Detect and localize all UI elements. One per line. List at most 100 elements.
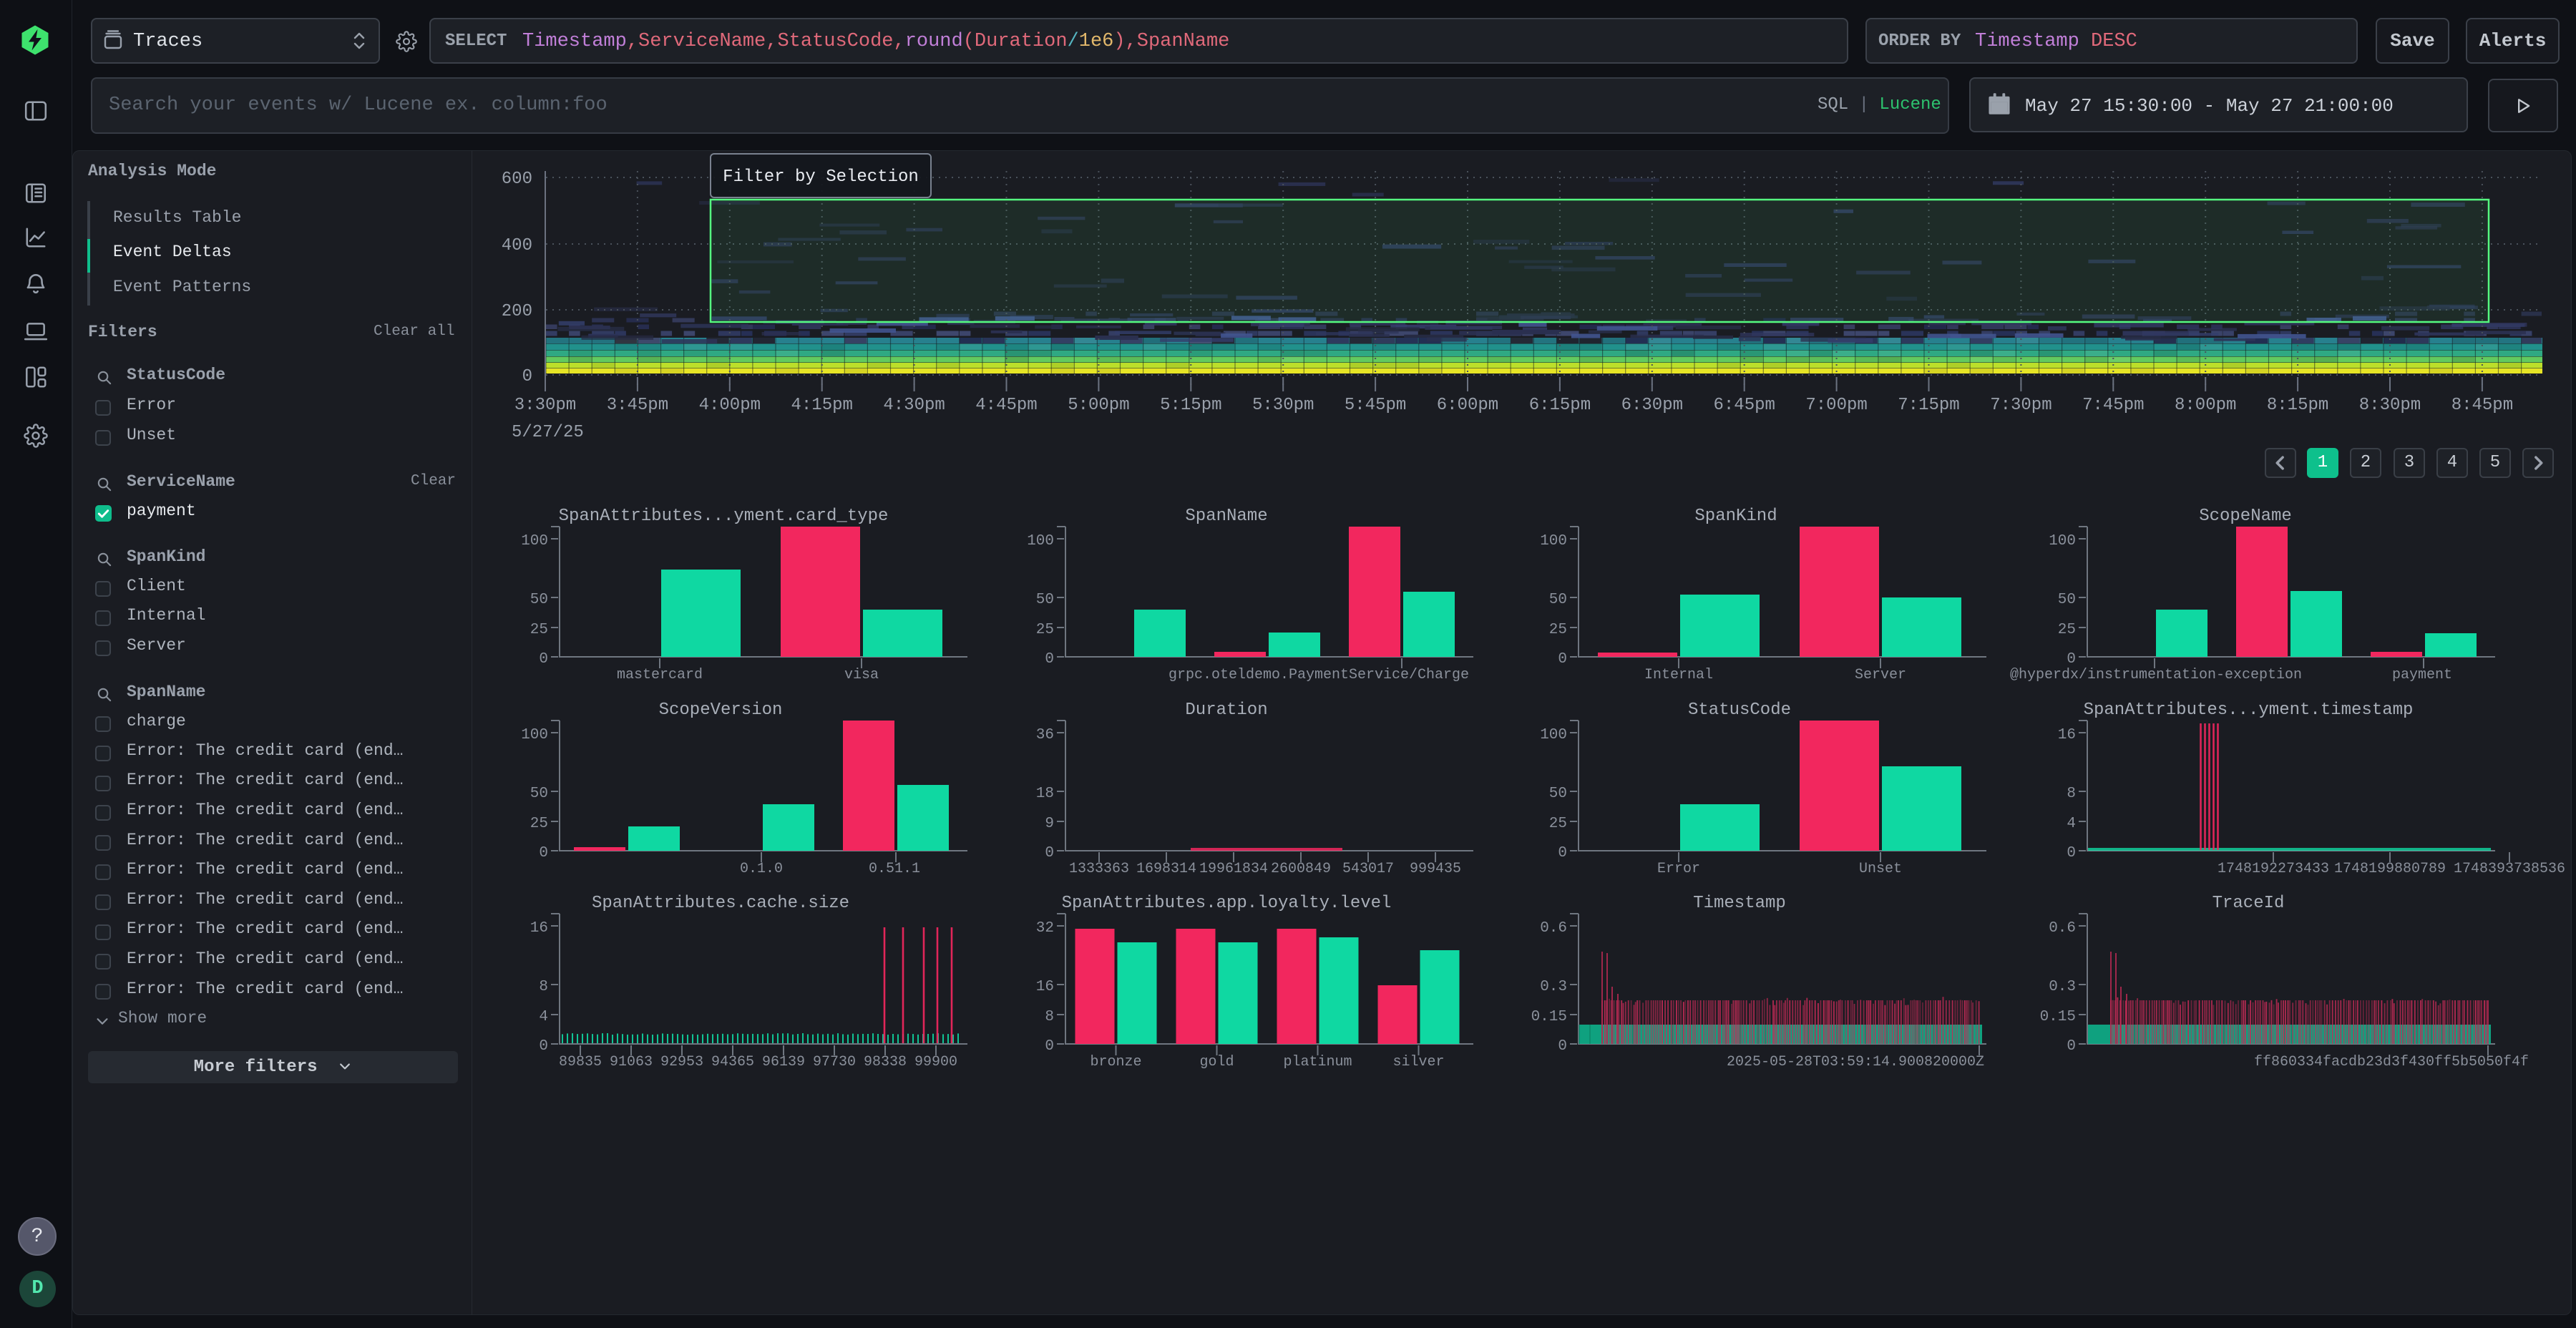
svg-text:platinum: platinum: [1283, 1054, 1352, 1070]
svg-text:Server: Server: [1855, 667, 1906, 683]
svg-text:StatusCode: StatusCode: [1688, 700, 1791, 720]
svg-text:100: 100: [521, 533, 548, 550]
svg-text:SpanAttributes.app.loyalty.lev: SpanAttributes.app.loyalty.level: [1062, 894, 1392, 913]
svg-text:3:30pm: 3:30pm: [514, 396, 576, 415]
svg-text:7:45pm: 7:45pm: [2082, 396, 2144, 415]
svg-text:1333363: 1333363: [1069, 861, 1129, 877]
svg-text:543017: 543017: [1342, 861, 1394, 877]
svg-text:0: 0: [2067, 651, 2076, 668]
svg-text:9: 9: [1045, 816, 1054, 832]
svg-text:mastercard: mastercard: [617, 667, 703, 683]
svg-text:400: 400: [502, 236, 532, 255]
svg-text:16: 16: [2058, 727, 2076, 743]
svg-text:SpanKind: SpanKind: [1694, 507, 1777, 526]
svg-text:ScopeVersion: ScopeVersion: [659, 700, 783, 720]
svg-text:96139: 96139: [762, 1054, 805, 1070]
svg-text:SpanAttributes...yment.card_ty: SpanAttributes...yment.card_type: [559, 507, 889, 526]
svg-text:50: 50: [1036, 592, 1054, 608]
svg-text:97730: 97730: [813, 1054, 856, 1070]
svg-text:Internal: Internal: [1644, 667, 1713, 683]
svg-text:6:45pm: 6:45pm: [1713, 396, 1775, 415]
svg-text:5:00pm: 5:00pm: [1068, 396, 1129, 415]
svg-text:4:45pm: 4:45pm: [975, 396, 1037, 415]
svg-text:16: 16: [530, 920, 548, 937]
svg-text:100: 100: [2049, 533, 2076, 550]
svg-text:100: 100: [1540, 533, 1567, 550]
svg-text:1748393738536: 1748393738536: [2454, 861, 2565, 877]
svg-text:Timestamp: Timestamp: [1693, 894, 1786, 913]
svg-text:18: 18: [1036, 786, 1054, 802]
svg-text:0: 0: [1558, 651, 1567, 668]
svg-text:TraceId: TraceId: [2212, 894, 2285, 913]
svg-text:1698314: 1698314: [1136, 861, 1196, 877]
svg-text:0: 0: [2067, 1038, 2076, 1055]
svg-text:SpanAttributes...yment.timesta: SpanAttributes...yment.timestamp: [2084, 700, 2414, 720]
svg-text:99900: 99900: [914, 1054, 957, 1070]
svg-text:0: 0: [539, 1038, 548, 1055]
svg-text:0: 0: [1558, 845, 1567, 861]
svg-text:25: 25: [530, 816, 548, 832]
svg-text:16: 16: [1036, 979, 1054, 995]
svg-text:50: 50: [1549, 786, 1567, 802]
svg-text:25: 25: [1549, 816, 1567, 832]
svg-text:100: 100: [1027, 533, 1054, 550]
svg-text:6:00pm: 6:00pm: [1437, 396, 1498, 415]
svg-text:0: 0: [1558, 1038, 1567, 1055]
svg-text:0.6: 0.6: [2049, 920, 2076, 937]
svg-text:25: 25: [530, 622, 548, 638]
svg-text:0.6: 0.6: [1540, 920, 1567, 937]
svg-text:0.15: 0.15: [2040, 1009, 2076, 1025]
svg-text:98338: 98338: [864, 1054, 907, 1070]
svg-text:SpanName: SpanName: [1185, 507, 1267, 526]
svg-text:0: 0: [1045, 1038, 1054, 1055]
svg-text:Duration: Duration: [1185, 700, 1267, 720]
svg-text:8:00pm: 8:00pm: [2175, 396, 2236, 415]
svg-text:8:45pm: 8:45pm: [2451, 396, 2513, 415]
svg-text:SpanAttributes.cache.size: SpanAttributes.cache.size: [592, 894, 849, 913]
svg-text:8: 8: [2067, 786, 2076, 802]
svg-text:6:30pm: 6:30pm: [1621, 396, 1683, 415]
svg-text:0: 0: [539, 651, 548, 668]
svg-text:8: 8: [1045, 1009, 1054, 1025]
svg-text:0.3: 0.3: [2049, 979, 2076, 995]
svg-text:0.3: 0.3: [1540, 979, 1567, 995]
svg-text:100: 100: [521, 727, 548, 743]
svg-text:50: 50: [1549, 592, 1567, 608]
svg-text:4:30pm: 4:30pm: [883, 396, 945, 415]
svg-text:Filter by Selection: Filter by Selection: [723, 167, 919, 187]
svg-text:100: 100: [1540, 727, 1567, 743]
svg-text:25: 25: [2058, 622, 2076, 638]
svg-text:0: 0: [2067, 845, 2076, 861]
svg-text:999435: 999435: [1410, 861, 1461, 877]
svg-text:visa: visa: [844, 667, 879, 683]
svg-text:ff860334facdb23d3f430ff5b5050f: ff860334facdb23d3f430ff5b5050f4f: [2254, 1054, 2529, 1070]
svg-text:4: 4: [539, 1009, 548, 1025]
svg-text:4: 4: [2067, 816, 2076, 832]
svg-text:0.1.0: 0.1.0: [740, 861, 783, 877]
svg-text:2600849: 2600849: [1271, 861, 1331, 877]
svg-text:94365: 94365: [711, 1054, 754, 1070]
svg-text:0.15: 0.15: [1531, 1009, 1567, 1025]
svg-text:ScopeName: ScopeName: [2199, 507, 2292, 526]
svg-text:7:00pm: 7:00pm: [1805, 396, 1867, 415]
svg-text:0.51.1: 0.51.1: [869, 861, 920, 877]
svg-text:0: 0: [522, 367, 532, 386]
svg-text:25: 25: [1549, 622, 1567, 638]
svg-text:Error: Error: [1657, 861, 1700, 877]
svg-text:gold: gold: [1199, 1054, 1234, 1070]
svg-text:5:30pm: 5:30pm: [1252, 396, 1314, 415]
svg-text:4:00pm: 4:00pm: [699, 396, 761, 415]
svg-text:36: 36: [1036, 727, 1054, 743]
svg-text:0: 0: [539, 845, 548, 861]
svg-text:200: 200: [502, 302, 532, 321]
svg-text:5:15pm: 5:15pm: [1160, 396, 1221, 415]
svg-text:91063: 91063: [610, 1054, 653, 1070]
svg-text:bronze: bronze: [1090, 1054, 1141, 1070]
svg-text:8:15pm: 8:15pm: [2267, 396, 2328, 415]
svg-text:@hyperdx/instrumentation-excep: @hyperdx/instrumentation-exception: [2010, 667, 2302, 683]
svg-text:2025-05-28T03:59:14.900820000Z: 2025-05-28T03:59:14.900820000Z: [1727, 1054, 1984, 1070]
svg-text:6:15pm: 6:15pm: [1529, 396, 1591, 415]
svg-text:grpc.oteldemo.PaymentService/C: grpc.oteldemo.PaymentService/Charge: [1169, 667, 1469, 683]
svg-text:50: 50: [530, 592, 548, 608]
svg-text:50: 50: [2058, 592, 2076, 608]
